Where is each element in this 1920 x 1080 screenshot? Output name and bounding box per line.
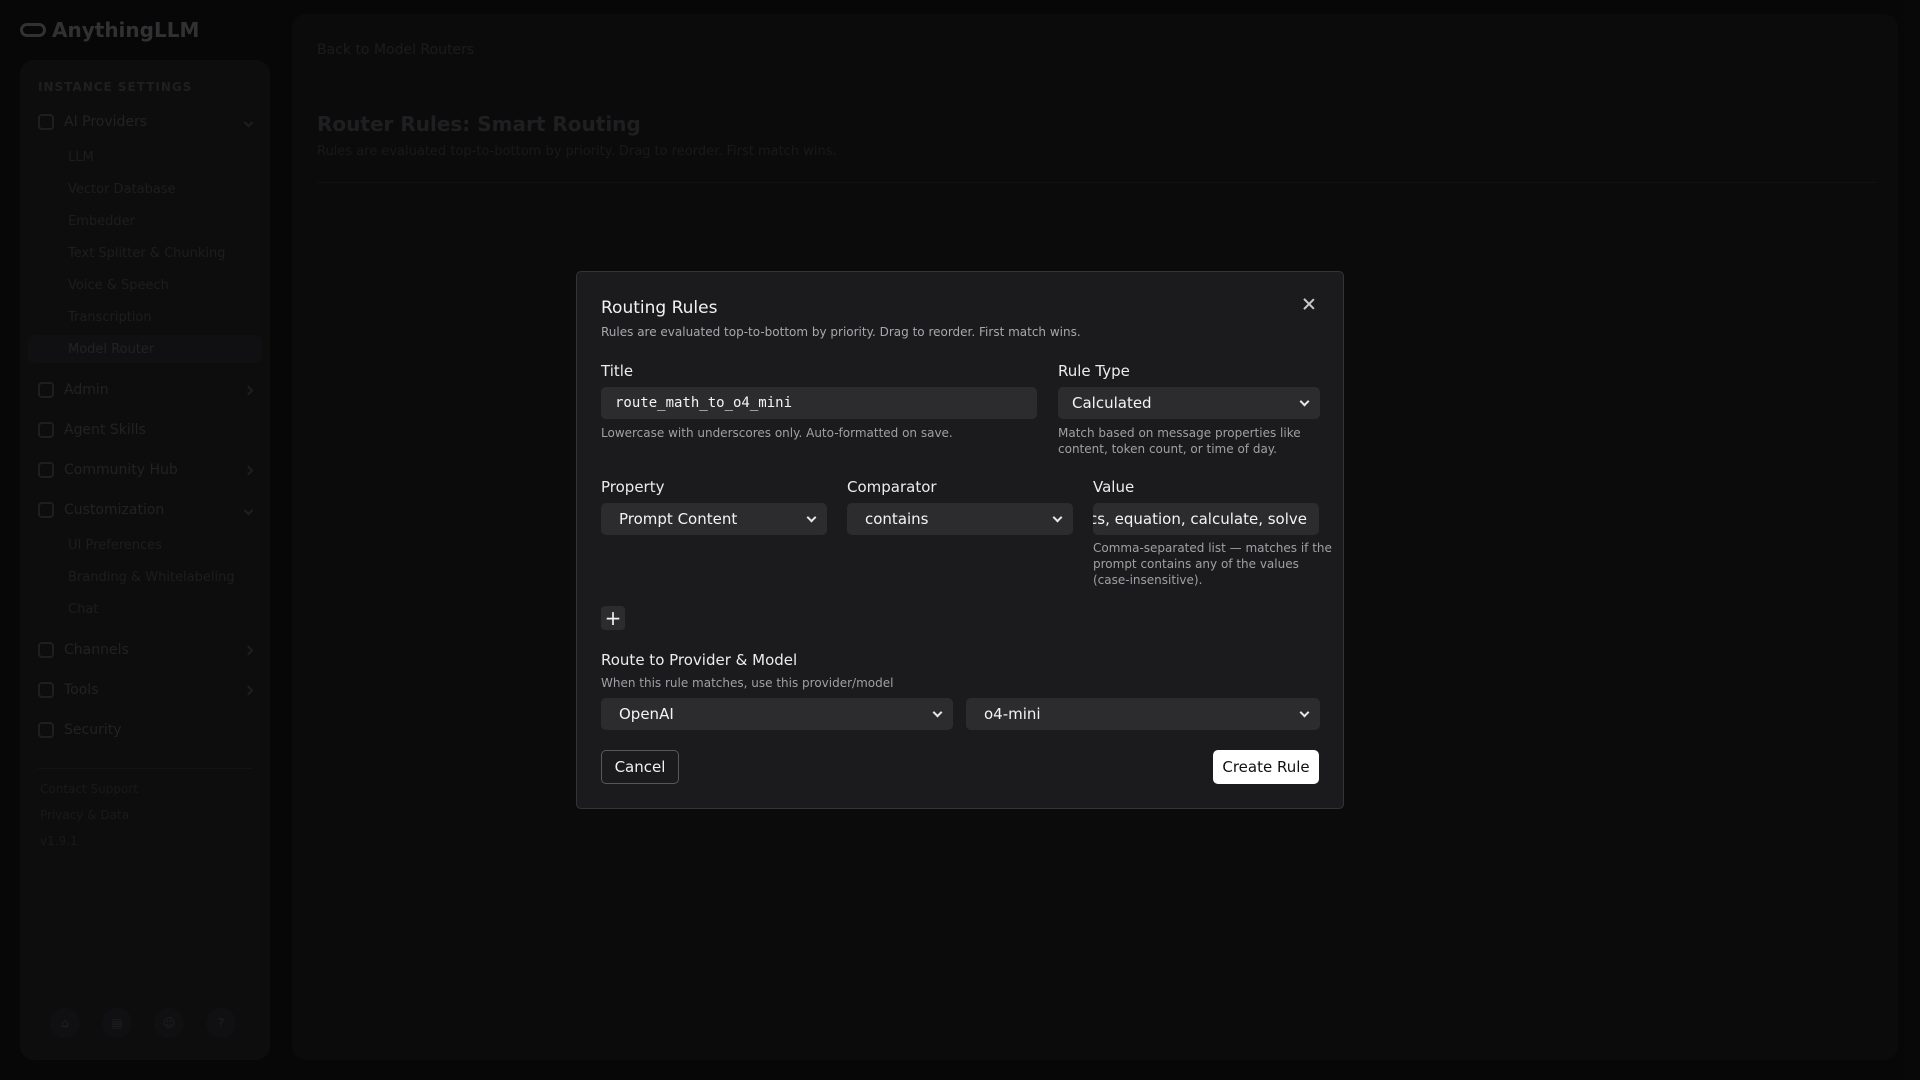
chevron-down-icon: [806, 512, 817, 523]
routing-rules-modal: Routing Rules Rules are evaluated top-to…: [576, 271, 1344, 809]
create-rule-button[interactable]: Create Rule: [1213, 750, 1319, 784]
modal-title: Routing Rules: [601, 298, 718, 318]
chevron-down-icon: [1052, 512, 1063, 523]
title-input[interactable]: route_math_to_o4_mini: [601, 387, 1037, 419]
comparator-select[interactable]: contains: [847, 503, 1073, 535]
value-input[interactable]: math, statistics, equation, calculate, s…: [1093, 503, 1319, 535]
chevron-down-icon: [1299, 396, 1310, 407]
title-label: Title: [601, 362, 634, 380]
value-help: Comma-separated list — matches if the pr…: [1093, 541, 1332, 587]
cancel-button[interactable]: Cancel: [601, 750, 679, 784]
property-label: Property: [601, 478, 665, 496]
rule-type-label: Rule Type: [1058, 362, 1130, 380]
provider-select[interactable]: OpenAI: [601, 698, 953, 730]
chevron-down-icon: [1299, 707, 1310, 718]
close-icon[interactable]: [1297, 292, 1321, 316]
modal-description: Rules are evaluated top-to-bottom by pri…: [601, 325, 1081, 339]
chevron-down-icon: [932, 707, 943, 718]
comparator-label: Comparator: [847, 478, 937, 496]
model-select[interactable]: o4-mini: [966, 698, 1320, 730]
property-select[interactable]: Prompt Content: [601, 503, 827, 535]
add-condition-button[interactable]: +: [601, 606, 625, 630]
title-help: Lowercase with underscores only. Auto-fo…: [601, 426, 953, 440]
rule-type-help: Match based on message properties like c…: [1058, 426, 1301, 456]
rule-type-select[interactable]: Calculated: [1058, 387, 1320, 419]
route-help: When this rule matches, use this provide…: [601, 676, 894, 690]
route-label: Route to Provider & Model: [601, 651, 798, 669]
value-label: Value: [1093, 478, 1135, 496]
